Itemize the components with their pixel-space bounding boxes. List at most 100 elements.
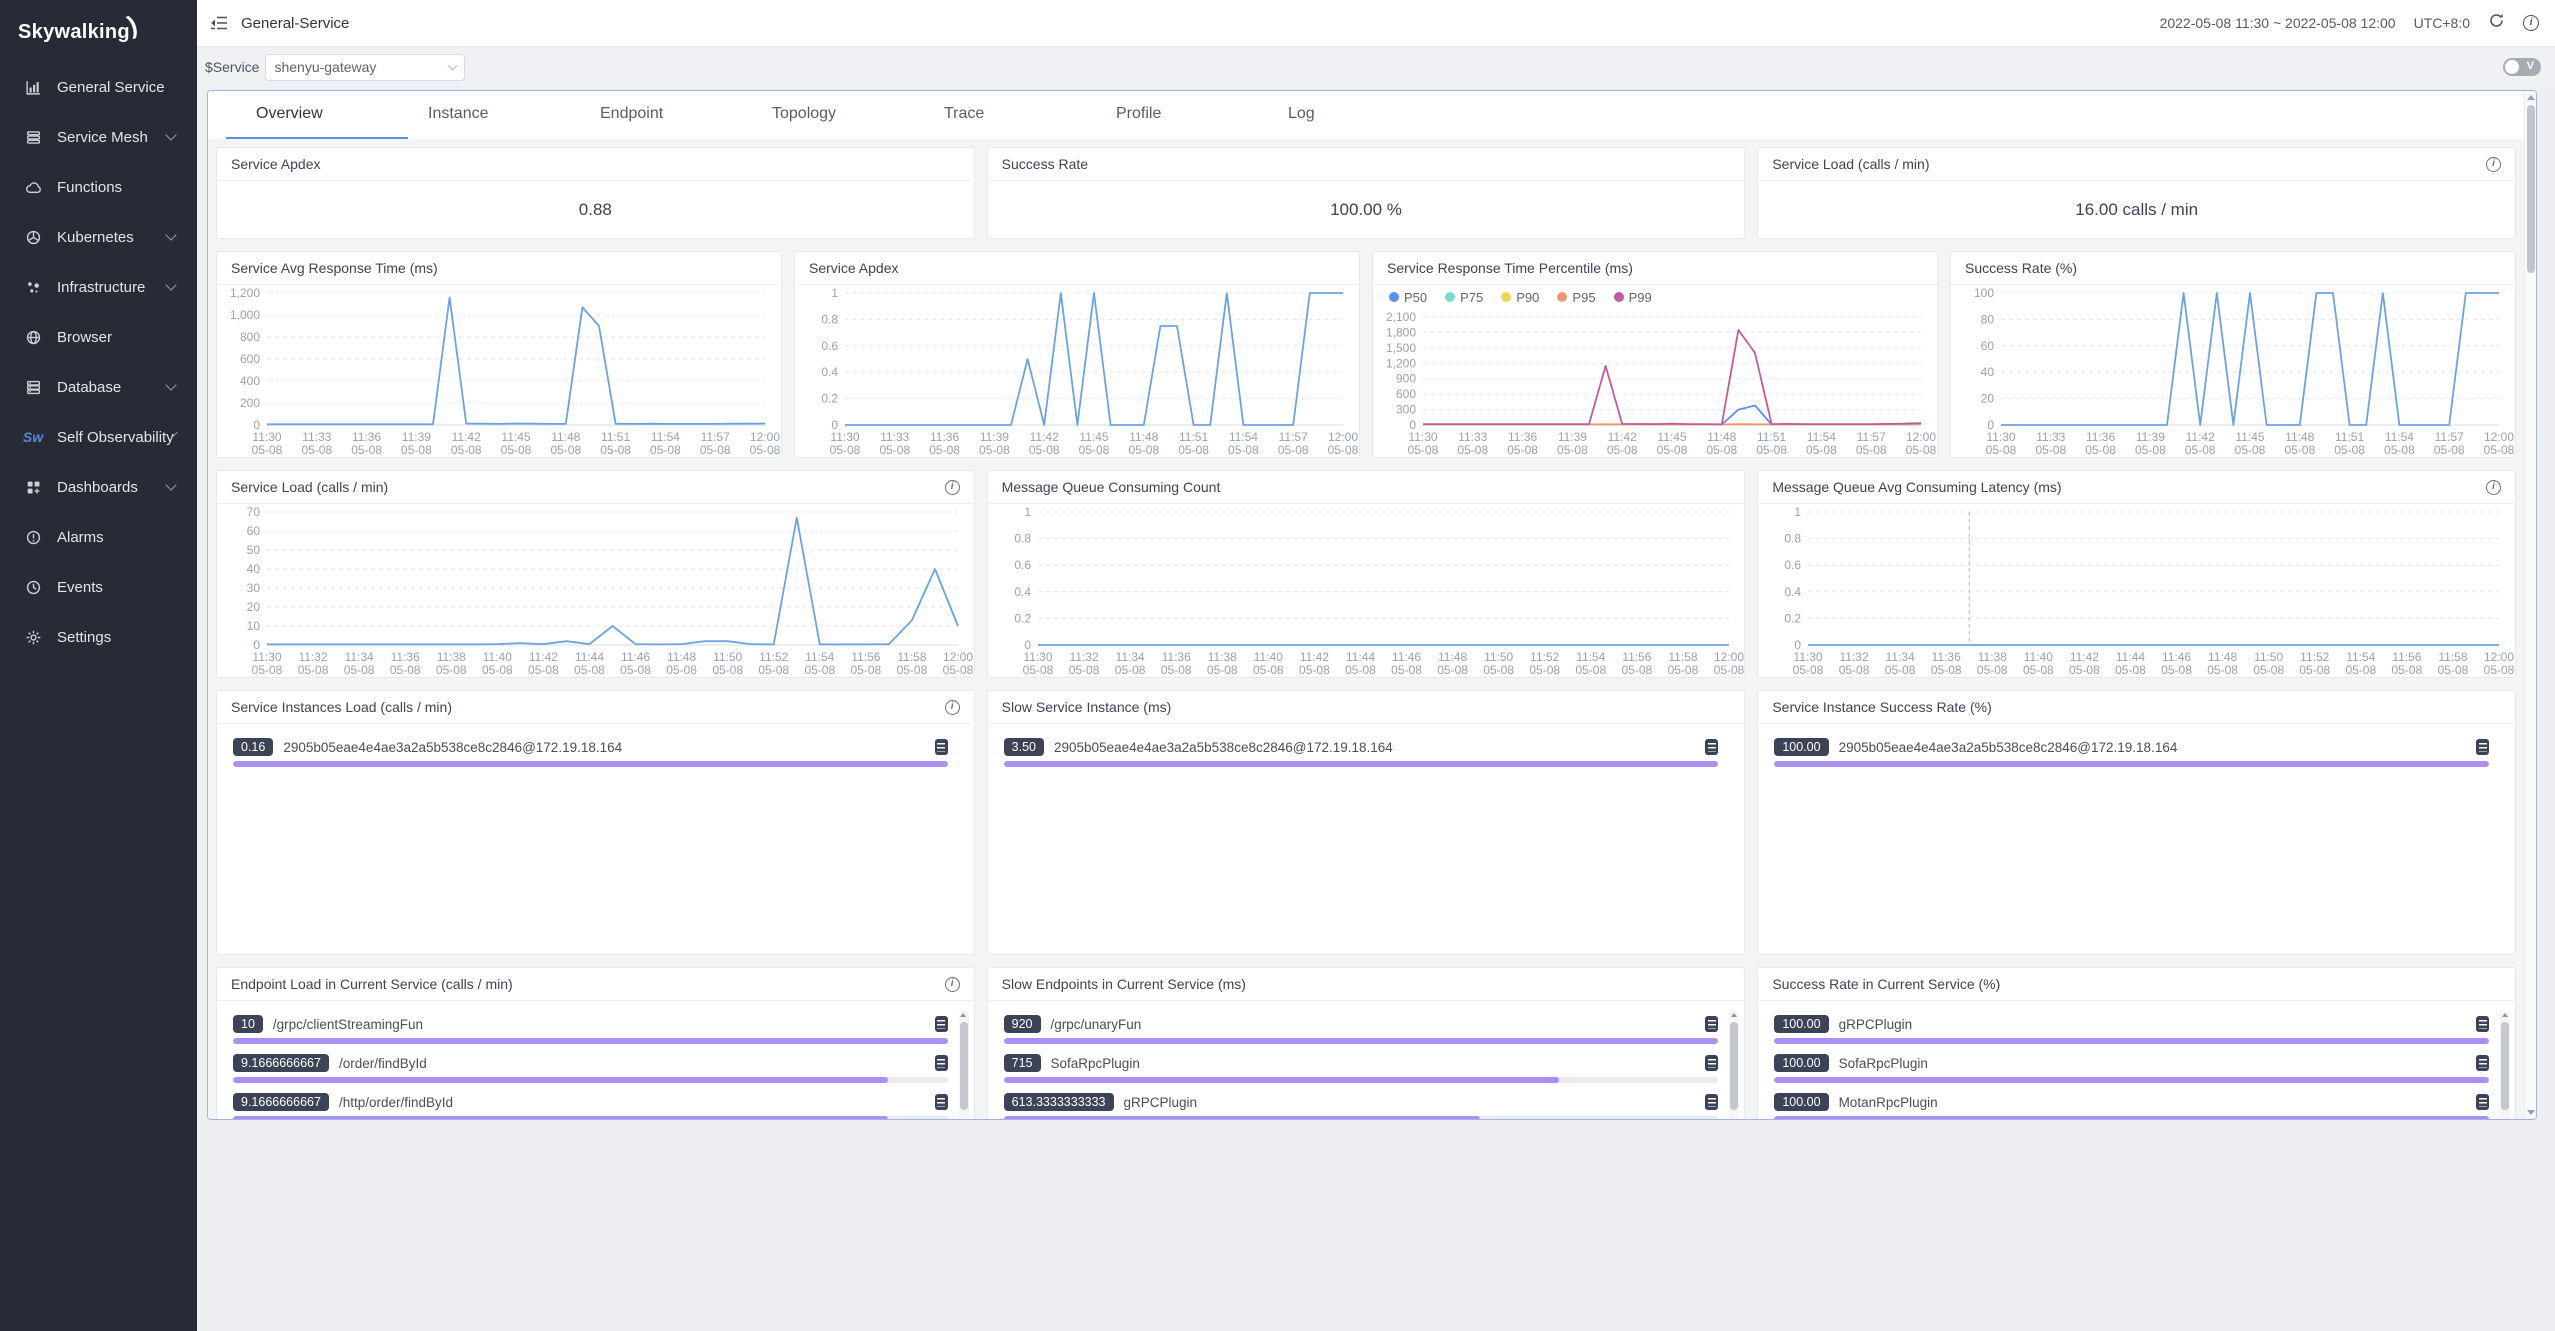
legend-item-p90[interactable]: P90 bbox=[1501, 290, 1539, 305]
info-icon[interactable]: i bbox=[2523, 15, 2539, 31]
value-badge: 10 bbox=[233, 1015, 263, 1033]
scroll-up-arrow[interactable] bbox=[2527, 95, 2535, 100]
inspect-icon[interactable] bbox=[2476, 739, 2489, 755]
list-scrollbar[interactable] bbox=[1729, 1010, 1739, 1120]
view-toggle[interactable]: V bbox=[2503, 58, 2541, 76]
panel-scrollbar[interactable] bbox=[2524, 91, 2536, 1119]
list-item: 10/grpc/clientStreamingFun bbox=[233, 1005, 948, 1044]
svg-text:200: 200 bbox=[240, 396, 260, 410]
inspect-icon[interactable] bbox=[935, 1094, 948, 1110]
sidebar-item-self-observability[interactable]: Sw Self Observability bbox=[0, 412, 197, 462]
svg-text:05-08: 05-08 bbox=[1299, 663, 1330, 677]
timezone-label: UTC+8:0 bbox=[2414, 15, 2470, 31]
svg-text:11:42: 11:42 bbox=[1608, 430, 1637, 444]
sidebar-item-events[interactable]: Events bbox=[0, 562, 197, 612]
svg-text:0.2: 0.2 bbox=[1785, 611, 1802, 625]
legend-item-p75[interactable]: P75 bbox=[1445, 290, 1483, 305]
legend-dot bbox=[1557, 292, 1567, 302]
chart-title: Service Avg Response Time (ms) bbox=[231, 252, 767, 285]
inspect-icon[interactable] bbox=[1705, 1016, 1718, 1032]
tab-trace[interactable]: Trace bbox=[914, 91, 1086, 139]
svg-text:11:40: 11:40 bbox=[483, 650, 512, 664]
list-scrollbar[interactable] bbox=[2500, 1010, 2510, 1120]
svg-text:10: 10 bbox=[247, 619, 261, 633]
svg-text:11:56: 11:56 bbox=[2393, 650, 2422, 664]
svg-text:05-08: 05-08 bbox=[1408, 443, 1439, 457]
scroll-up-arrow[interactable] bbox=[960, 1013, 966, 1017]
svg-text:900: 900 bbox=[1396, 372, 1416, 386]
svg-text:05-08: 05-08 bbox=[2235, 443, 2266, 457]
refresh-icon[interactable] bbox=[2488, 12, 2505, 34]
tab-overview[interactable]: Overview bbox=[226, 91, 398, 139]
inspect-icon[interactable] bbox=[935, 1016, 948, 1032]
scroll-thumb[interactable] bbox=[960, 1022, 968, 1110]
scroll-up-arrow[interactable] bbox=[1731, 1013, 1737, 1017]
sidebar-item-infrastructure[interactable]: Infrastructure bbox=[0, 262, 197, 312]
legend-item-p99[interactable]: P99 bbox=[1614, 290, 1652, 305]
info-icon[interactable]: i bbox=[945, 977, 960, 992]
list-scrollbar[interactable] bbox=[959, 1010, 969, 1120]
svg-text:11:38: 11:38 bbox=[1978, 650, 2007, 664]
inspect-icon[interactable] bbox=[1705, 1055, 1718, 1071]
inspect-icon[interactable] bbox=[935, 1055, 948, 1071]
inspect-icon[interactable] bbox=[1705, 739, 1718, 755]
sidebar-item-alarms[interactable]: Alarms bbox=[0, 512, 197, 562]
svg-text:05-08: 05-08 bbox=[344, 663, 375, 677]
tab-topology[interactable]: Topology bbox=[742, 91, 914, 139]
inspect-icon[interactable] bbox=[2476, 1016, 2489, 1032]
svg-text:05-08: 05-08 bbox=[1713, 663, 1744, 677]
tab-instance[interactable]: Instance bbox=[398, 91, 570, 139]
svg-text:05-08: 05-08 bbox=[2254, 663, 2285, 677]
tab-endpoint[interactable]: Endpoint bbox=[570, 91, 742, 139]
legend-item-p95[interactable]: P95 bbox=[1557, 290, 1595, 305]
svg-text:11:32: 11:32 bbox=[1840, 650, 1869, 664]
info-icon[interactable]: i bbox=[2486, 157, 2501, 172]
item-label: /http/order/findById bbox=[339, 1095, 925, 1110]
svg-text:600: 600 bbox=[240, 352, 260, 366]
svg-text:11:33: 11:33 bbox=[880, 430, 909, 444]
card-title: Success Rate in Current Service (%) bbox=[1772, 968, 2501, 1001]
value-badge: 100.00 bbox=[1774, 738, 1828, 756]
metric-value: 16.00 calls / min bbox=[1758, 181, 2515, 238]
svg-text:05-08: 05-08 bbox=[2392, 663, 2423, 677]
service-select[interactable]: shenyu-gateway bbox=[265, 54, 465, 81]
scroll-up-arrow[interactable] bbox=[2502, 1013, 2508, 1017]
sidebar-item-dashboards[interactable]: Dashboards bbox=[0, 462, 197, 512]
sidebar-fold-icon[interactable] bbox=[209, 14, 229, 32]
svg-text:11:50: 11:50 bbox=[713, 650, 742, 664]
scroll-thumb[interactable] bbox=[2501, 1022, 2509, 1110]
inspect-icon[interactable] bbox=[2476, 1094, 2489, 1110]
tab-profile[interactable]: Profile bbox=[1086, 91, 1258, 139]
scroll-down-arrow[interactable] bbox=[2527, 1110, 2535, 1115]
legend-item-p50[interactable]: P50 bbox=[1389, 290, 1427, 305]
info-icon[interactable]: i bbox=[2486, 480, 2501, 495]
inspect-icon[interactable] bbox=[1705, 1094, 1718, 1110]
inspect-icon[interactable] bbox=[2476, 1055, 2489, 1071]
inspect-icon[interactable] bbox=[935, 739, 948, 755]
tab-log[interactable]: Log bbox=[1258, 91, 1430, 139]
svg-text:05-08: 05-08 bbox=[1906, 443, 1937, 457]
info-icon[interactable]: i bbox=[945, 700, 960, 715]
sidebar-item-service-mesh[interactable]: Service Mesh bbox=[0, 112, 197, 162]
sidebar-item-database[interactable]: Database bbox=[0, 362, 197, 412]
svg-text:800: 800 bbox=[240, 330, 260, 344]
svg-text:11:32: 11:32 bbox=[298, 650, 327, 664]
sidebar-item-browser[interactable]: Browser bbox=[0, 312, 197, 362]
item-label: 2905b05eae4e4ae3a2a5b538ce8c2846@172.19.… bbox=[1839, 740, 2466, 755]
item-label: /grpc/unaryFun bbox=[1051, 1017, 1696, 1032]
list-item: 100.00gRPCPlugin bbox=[1774, 1005, 2489, 1044]
scroll-thumb[interactable] bbox=[1730, 1022, 1738, 1110]
svg-text:11:42: 11:42 bbox=[529, 650, 558, 664]
value-badge: 920 bbox=[1004, 1015, 1041, 1033]
sidebar-item-functions[interactable]: Functions bbox=[0, 162, 197, 212]
sidebar-item-kubernetes[interactable]: Kubernetes bbox=[0, 212, 197, 262]
sidebar-item-settings[interactable]: Settings bbox=[0, 612, 197, 662]
svg-text:05-08: 05-08 bbox=[700, 443, 731, 457]
scroll-thumb[interactable] bbox=[2527, 105, 2535, 273]
sidebar-item-general-service[interactable]: General Service bbox=[0, 62, 197, 112]
svg-text:05-08: 05-08 bbox=[1756, 443, 1787, 457]
legend-label: P50 bbox=[1404, 290, 1427, 305]
info-icon[interactable]: i bbox=[945, 480, 960, 495]
time-range-picker[interactable]: 2022-05-08 11:30 ~ 2022-05-08 12:00 bbox=[2160, 15, 2396, 31]
svg-text:11:51: 11:51 bbox=[1179, 430, 1208, 444]
